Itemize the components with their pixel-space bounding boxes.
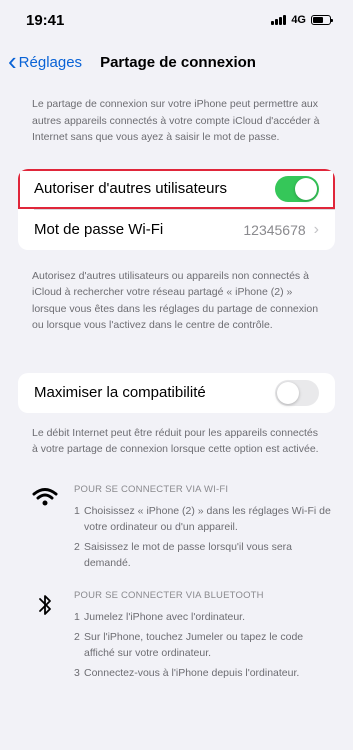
compat-toggle[interactable] — [275, 379, 319, 406]
status-indicators: 4G — [271, 14, 333, 26]
bluetooth-section-header: POUR SE CONNECTER VIA BLUETOOTH — [74, 589, 264, 601]
chevron-left-icon: ‹ — [8, 45, 17, 76]
allow-others-toggle[interactable] — [275, 175, 319, 202]
intro-text: Le partage de connexion sur votre iPhone… — [32, 98, 320, 143]
network-type: 4G — [291, 14, 306, 26]
wifi-step: 2 Saisissez le mot de passe lorsqu'il vo… — [74, 540, 293, 569]
wifi-step: 1 Choisissez « iPhone (2) » dans les rég… — [74, 504, 331, 533]
wifi-password-value: 12345678 — [243, 221, 306, 238]
bluetooth-step: 2 Sur l'iPhone, touchez Jumeler ou tapez… — [74, 630, 304, 659]
allow-others-row: Autoriser d'autres utilisateurs — [18, 168, 335, 209]
compat-description: Le débit Internet peut être réduit pour … — [32, 426, 319, 456]
battery-icon — [311, 15, 333, 25]
wifi-section-header: POUR SE CONNECTER VIA WI-FI — [74, 483, 229, 495]
wifi-password-row[interactable]: Mot de passe Wi-Fi 12345678 › — [18, 210, 335, 250]
wifi-icon — [30, 483, 60, 575]
wifi-password-label: Mot de passe Wi-Fi — [34, 221, 164, 238]
settings-card: Autoriser d'autres utilisateurs Mot de p… — [18, 168, 335, 250]
compat-card: Maximiser la compatibilité — [18, 372, 335, 413]
wifi-section: POUR SE CONNECTER VIA WI-FI 1 Choisissez… — [0, 483, 353, 575]
compat-label: Maximiser la compatibilité — [34, 384, 206, 401]
bluetooth-section: POUR SE CONNECTER VIA BLUETOOTH 1 Jumele… — [0, 589, 353, 685]
bluetooth-icon — [30, 589, 60, 685]
back-button[interactable]: ‹ Réglages — [8, 45, 83, 76]
bluetooth-step: 3 Connectez-vous à l'iPhone depuis l'ord… — [74, 666, 300, 679]
bluetooth-step: 1 Jumelez l'iPhone avec l'ordinateur. — [74, 610, 246, 623]
status-time: 19:41 — [26, 11, 65, 29]
back-label: Réglages — [18, 53, 83, 71]
allow-others-label: Autoriser d'autres utilisateurs — [34, 180, 227, 197]
compat-row: Maximiser la compatibilité — [18, 373, 335, 413]
status-bar: 19:41 4G — [0, 0, 353, 40]
signal-icon — [271, 15, 287, 25]
allow-description: Autorisez d'autres utilisateurs ou appar… — [32, 269, 319, 332]
chevron-right-icon: › — [313, 220, 319, 238]
page-title: Partage de connexion — [100, 53, 256, 71]
nav-bar: ‹ Réglages Partage de connexion — [0, 40, 353, 84]
